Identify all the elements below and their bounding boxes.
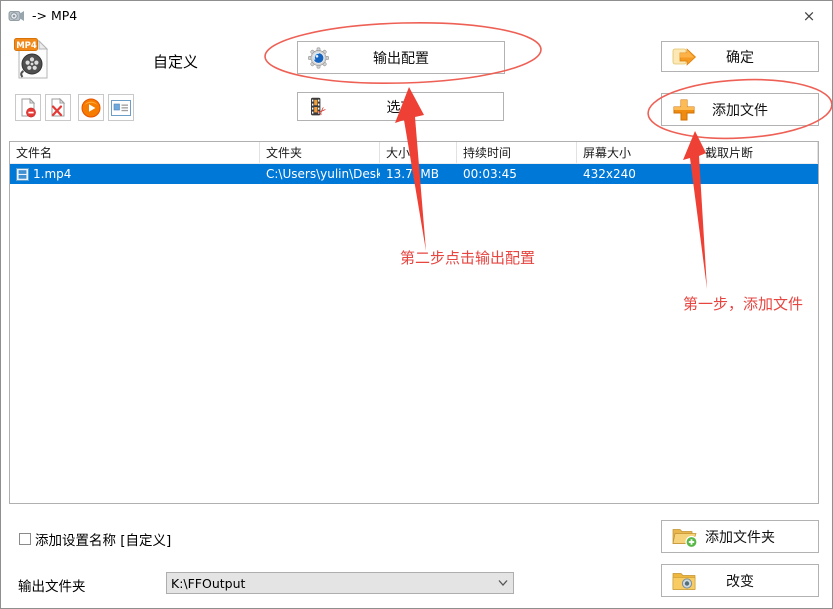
folder-camera-icon	[672, 571, 696, 590]
file-list-header: 文件名 文件夹 大小 持续时间 屏幕大小 截取片断	[10, 142, 818, 164]
cell-duration: 00:03:45	[457, 167, 577, 181]
file-list[interactable]: 文件名 文件夹 大小 持续时间 屏幕大小 截取片断 1.mp4 C:\Users…	[9, 141, 819, 504]
output-folder-combobox[interactable]: K:\FFOutput	[166, 572, 514, 594]
add-file-button[interactable]: 添加文件	[661, 93, 819, 126]
column-header-folder[interactable]: 文件夹	[260, 142, 380, 163]
cell-screensize: 432x240	[577, 167, 699, 181]
output-config-button[interactable]: 输出配置	[297, 41, 505, 74]
clear-list-button[interactable]	[45, 94, 71, 121]
mp4-badge-label: MP4	[16, 41, 37, 51]
chevron-down-icon[interactable]	[493, 580, 513, 586]
app-icon	[8, 7, 25, 24]
close-button[interactable]: ×	[792, 3, 826, 29]
filmstrip-scissors-icon: ✂	[308, 97, 328, 117]
arrow-right-icon	[672, 46, 697, 67]
column-header-duration[interactable]: 持续时间	[457, 142, 577, 163]
preset-name-label: 自定义	[153, 51, 198, 72]
append-name-checkbox[interactable]	[19, 533, 31, 545]
plus-icon	[672, 98, 696, 122]
play-icon	[81, 98, 101, 118]
options-label: 选项	[298, 97, 503, 117]
table-row-selected[interactable]: 1.mp4 C:\Users\yulin\Desk... 13.73MB 00:…	[10, 164, 818, 184]
append-name-label: 添加设置名称 [自定义]	[35, 529, 171, 549]
cell-filename: 1.mp4	[10, 167, 260, 181]
file-info-button[interactable]	[108, 94, 134, 121]
remove-file-button[interactable]	[15, 94, 41, 121]
output-folder-label: 输出文件夹	[18, 575, 86, 595]
add-folder-button[interactable]: 添加文件夹	[661, 520, 819, 553]
change-folder-button[interactable]: 改变	[661, 564, 819, 597]
file-info-icon	[111, 100, 131, 116]
play-button[interactable]	[78, 94, 104, 121]
column-header-clip[interactable]: 截取片断	[699, 142, 818, 163]
cell-folder: C:\Users\yulin\Desk...	[260, 167, 380, 181]
convert-to-mp4-dialog: -> MP4 × MP4 自定义	[0, 0, 833, 609]
clear-list-icon	[49, 98, 67, 118]
gear-icon	[308, 47, 329, 68]
window-title: -> MP4	[32, 1, 77, 31]
ok-button[interactable]: 确定	[661, 41, 819, 72]
append-name-checkbox-row[interactable]: 添加设置名称 [自定义]	[19, 529, 171, 549]
mp4-preset-icon: MP4	[14, 38, 50, 80]
remove-file-icon	[19, 98, 37, 118]
column-header-screensize[interactable]: 屏幕大小	[577, 142, 699, 163]
cell-size: 13.73MB	[380, 167, 457, 181]
titlebar: -> MP4 ×	[1, 1, 832, 31]
folder-plus-icon	[672, 525, 698, 548]
output-folder-value: K:\FFOutput	[167, 576, 493, 591]
options-button[interactable]: ✂ 选项	[297, 92, 504, 121]
column-header-size[interactable]: 大小	[380, 142, 457, 163]
column-header-filename[interactable]: 文件名	[10, 142, 260, 163]
filename-text: 1.mp4	[33, 167, 71, 181]
video-file-icon	[16, 168, 29, 181]
